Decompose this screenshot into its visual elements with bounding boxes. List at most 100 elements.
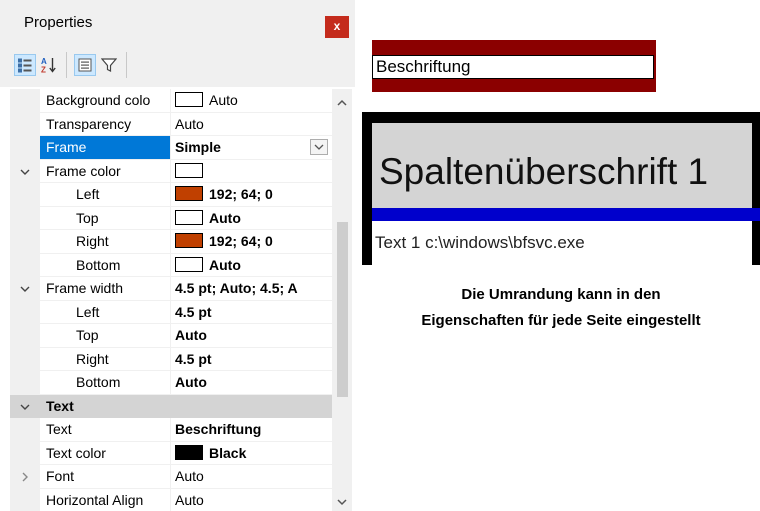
- property-row[interactable]: Text color Black: [10, 441, 332, 465]
- property-row[interactable]: Frame width 4.5 pt; Auto; 4.5; A: [10, 277, 332, 301]
- property-value-text: Simple: [175, 139, 221, 155]
- chevron-down-icon[interactable]: [18, 282, 32, 296]
- property-name: Top: [40, 324, 171, 348]
- svg-text:Z: Z: [41, 66, 46, 75]
- property-name: Top: [40, 206, 171, 230]
- row-gutter: [10, 418, 40, 442]
- scroll-down-icon[interactable]: [334, 495, 350, 509]
- property-value-text: Auto: [175, 374, 207, 390]
- property-value[interactable]: 4.5 pt: [171, 301, 332, 324]
- property-name: Text: [40, 394, 171, 418]
- dropdown-button[interactable]: [310, 139, 328, 155]
- description-text: Die Umrandung kann in den Eigenschaften …: [362, 282, 760, 334]
- property-name: Frame: [40, 136, 171, 160]
- property-value[interactable]: Beschriftung: [171, 418, 332, 442]
- property-grid: Background colo Auto Transparency Auto Frame…: [10, 89, 332, 511]
- property-name: Background colo: [40, 89, 171, 113]
- property-name: Bottom: [40, 253, 171, 277]
- property-row[interactable]: Bottom Auto: [10, 253, 332, 277]
- chevron-down-icon: [314, 144, 324, 150]
- color-swatch: [175, 233, 203, 249]
- row-gutter: [10, 324, 40, 348]
- chevron-down-icon[interactable]: [18, 400, 32, 414]
- filter-button[interactable]: [98, 54, 120, 76]
- table-column-header: Spaltenüberschrift 1: [372, 123, 752, 221]
- property-value[interactable]: Auto: [171, 89, 332, 113]
- table-cell-divider: [752, 221, 760, 265]
- property-value[interactable]: 192; 64; 0: [171, 230, 332, 254]
- color-swatch: [175, 256, 203, 272]
- row-gutter: [10, 465, 40, 489]
- property-value[interactable]: Auto: [171, 113, 332, 136]
- chevron-right-icon[interactable]: [18, 470, 32, 484]
- row-gutter: [10, 183, 40, 207]
- property-value[interactable]: 4.5 pt; Auto; 4.5; A: [171, 277, 332, 301]
- caption-text-preview: Beschriftung: [372, 55, 654, 79]
- property-name: Left: [40, 300, 171, 324]
- property-value[interactable]: 192; 64; 0: [171, 183, 332, 207]
- property-row[interactable]: Transparency Auto: [10, 112, 332, 136]
- row-gutter: [10, 159, 40, 183]
- property-row[interactable]: Left 4.5 pt: [10, 300, 332, 324]
- property-value-text: 192; 64; 0: [209, 233, 273, 249]
- close-button[interactable]: x: [325, 16, 349, 38]
- alphabetical-sort-icon: A Z: [41, 57, 56, 75]
- property-value-text: Auto: [175, 468, 204, 484]
- property-pages-icon: [78, 58, 92, 72]
- table-left-border: [362, 123, 372, 265]
- property-row[interactable]: Bottom Auto: [10, 371, 332, 395]
- property-value[interactable]: Black: [171, 442, 332, 465]
- table-top-border: [362, 112, 760, 123]
- property-value[interactable]: Auto: [171, 465, 332, 489]
- chevron-down-icon[interactable]: [18, 165, 32, 179]
- property-value[interactable]: Auto: [171, 489, 332, 511]
- property-row[interactable]: Text Beschriftung: [10, 418, 332, 442]
- description-line-2: Eigenschaften für jede Seite eingestellt: [421, 312, 701, 329]
- row-gutter: [10, 441, 40, 465]
- property-row[interactable]: Right 4.5 pt: [10, 347, 332, 371]
- alphabetical-sort-button[interactable]: A Z: [38, 54, 60, 76]
- property-value[interactable]: [171, 160, 332, 183]
- row-gutter: [10, 347, 40, 371]
- table-preview: Spaltenüberschrift 1 Text 1 c:\windows\b…: [362, 112, 760, 265]
- panel-title: Properties: [24, 14, 93, 31]
- property-value-text: 4.5 pt; Auto; 4.5; A: [175, 280, 298, 296]
- categorized-view-button[interactable]: [14, 54, 36, 76]
- property-value[interactable]: Auto: [171, 207, 332, 230]
- property-value-text: Auto: [175, 115, 204, 132]
- property-row[interactable]: Top Auto: [10, 324, 332, 348]
- row-gutter: [10, 206, 40, 230]
- property-value-text: Auto: [175, 491, 204, 508]
- property-name: Horizontal Align: [40, 488, 171, 511]
- property-name: Right: [40, 230, 171, 254]
- property-value[interactable]: [171, 394, 332, 418]
- property-row[interactable]: Font Auto: [10, 465, 332, 489]
- toolbar-separator: [66, 52, 67, 78]
- property-category[interactable]: Text: [10, 394, 332, 418]
- property-row[interactable]: Horizontal Align Auto: [10, 488, 332, 511]
- row-gutter: [10, 89, 40, 113]
- property-row[interactable]: Top Auto: [10, 206, 332, 230]
- property-value[interactable]: 4.5 pt: [171, 348, 332, 371]
- property-row[interactable]: Background colo Auto: [10, 89, 332, 113]
- properties-panel: Properties x A Z Background colo Auto Tr…: [0, 0, 355, 511]
- color-swatch: [175, 209, 203, 225]
- toolbar-separator: [126, 52, 127, 78]
- property-value[interactable]: Auto: [171, 254, 332, 277]
- property-name: Bottom: [40, 371, 171, 395]
- property-row[interactable]: Left 192; 64; 0: [10, 183, 332, 207]
- property-value-text: Auto: [209, 256, 241, 273]
- color-swatch: [175, 92, 203, 108]
- property-name: Transparency: [40, 112, 171, 136]
- scrollbar-thumb[interactable]: [337, 222, 348, 397]
- color-swatch: [175, 444, 203, 460]
- property-row[interactable]: Frame color: [10, 159, 332, 183]
- property-row[interactable]: Frame Simple: [10, 136, 332, 160]
- property-name: Left: [40, 183, 171, 207]
- property-row[interactable]: Right 192; 64; 0: [10, 230, 332, 254]
- property-pages-button[interactable]: [74, 54, 96, 76]
- property-value[interactable]: Simple: [171, 136, 332, 160]
- property-value[interactable]: Auto: [171, 371, 332, 395]
- property-value[interactable]: Auto: [171, 324, 332, 348]
- scroll-up-icon[interactable]: [334, 96, 350, 110]
